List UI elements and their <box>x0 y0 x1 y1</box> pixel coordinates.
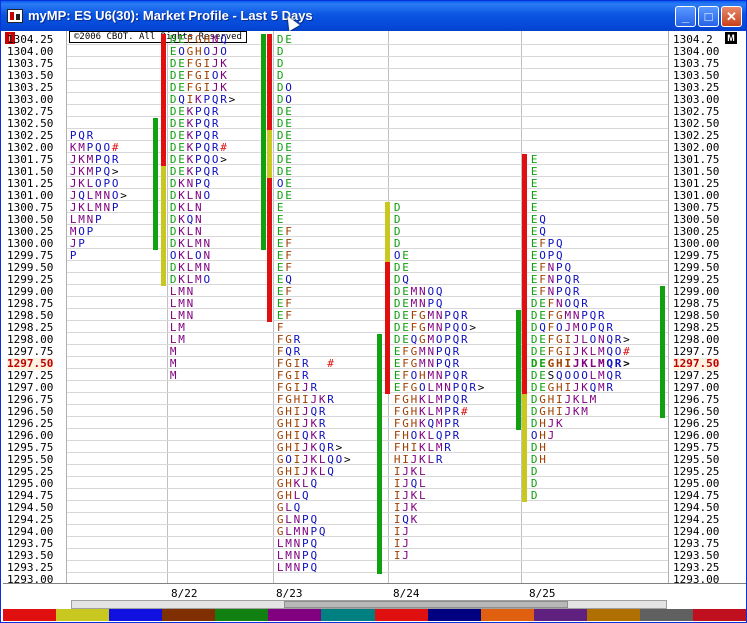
close-button[interactable]: ✕ <box>721 6 742 27</box>
menu-marker[interactable]: M <box>725 32 737 44</box>
grid-line <box>67 464 668 465</box>
grid-line <box>67 512 668 513</box>
value-area-bar <box>522 394 527 502</box>
grid-line <box>67 476 668 477</box>
value-area-bar <box>161 166 166 286</box>
grid-line <box>67 452 668 453</box>
grid-line <box>67 524 668 525</box>
grid-line <box>67 44 668 45</box>
value-area-bar <box>377 334 382 574</box>
grid-line <box>67 56 668 57</box>
tpo-row: P <box>69 249 77 262</box>
grid-line <box>67 260 668 261</box>
grid-line <box>67 548 668 549</box>
grid-line <box>67 572 668 573</box>
value-area-bar <box>267 34 272 322</box>
grid-line <box>67 68 668 69</box>
tpo-row: LMNPQ <box>276 561 318 574</box>
date-axis: 8/22 8/23 8/24 8/25 <box>3 583 746 601</box>
date-label: 8/23 <box>276 587 303 600</box>
value-area-bar <box>267 130 272 178</box>
price-axis-right: 1304.2 1304.00 1303.75 1303.50 1303.25 1303.0… <box>668 31 746 583</box>
grid-line <box>67 440 668 441</box>
market-profile-chart[interactable]: i 1304.25 1304.00 1303.75 1303.50 1303.25 130… <box>3 31 746 583</box>
mymp-window: myMP: ES U6(30): Market Profile - Last 5… <box>0 0 747 623</box>
grid-line <box>67 428 668 429</box>
grid-line <box>67 104 668 105</box>
price-label: 1293.00 <box>673 573 720 584</box>
value-area-bar <box>660 286 665 418</box>
date-label: 8/24 <box>393 587 420 600</box>
value-area-bar <box>261 34 266 250</box>
grid-line <box>67 536 668 537</box>
grid-line <box>67 560 668 561</box>
tpo-row: D <box>530 489 538 502</box>
period-color-legend <box>3 609 746 621</box>
maximize-button[interactable]: □ <box>698 6 719 27</box>
window-title: myMP: ES U6(30): Market Profile - Last 5… <box>28 8 313 23</box>
grid-line <box>67 116 668 117</box>
price-label: 1293.00 <box>7 573 54 584</box>
minimize-button[interactable]: _ <box>675 6 696 27</box>
tpo-row: IJ <box>393 549 409 562</box>
title-bar[interactable]: myMP: ES U6(30): Market Profile - Last 5… <box>1 1 746 32</box>
value-area-bar <box>385 202 390 262</box>
grid-line <box>67 500 668 501</box>
tpo-row: M <box>169 369 177 382</box>
value-area-bar <box>153 118 158 250</box>
date-label: 8/22 <box>171 587 198 600</box>
price-axis-left: i 1304.25 1304.00 1303.75 1303.50 1303.25 130… <box>3 31 67 583</box>
scroll-thumb[interactable] <box>284 601 568 608</box>
date-label: 8/25 <box>529 587 556 600</box>
value-area-bar <box>516 310 521 430</box>
horizontal-scrollbar[interactable] <box>71 600 667 609</box>
grid-line <box>67 92 668 93</box>
grid-line <box>67 488 668 489</box>
app-icon <box>7 9 23 23</box>
grid-line <box>67 80 668 81</box>
